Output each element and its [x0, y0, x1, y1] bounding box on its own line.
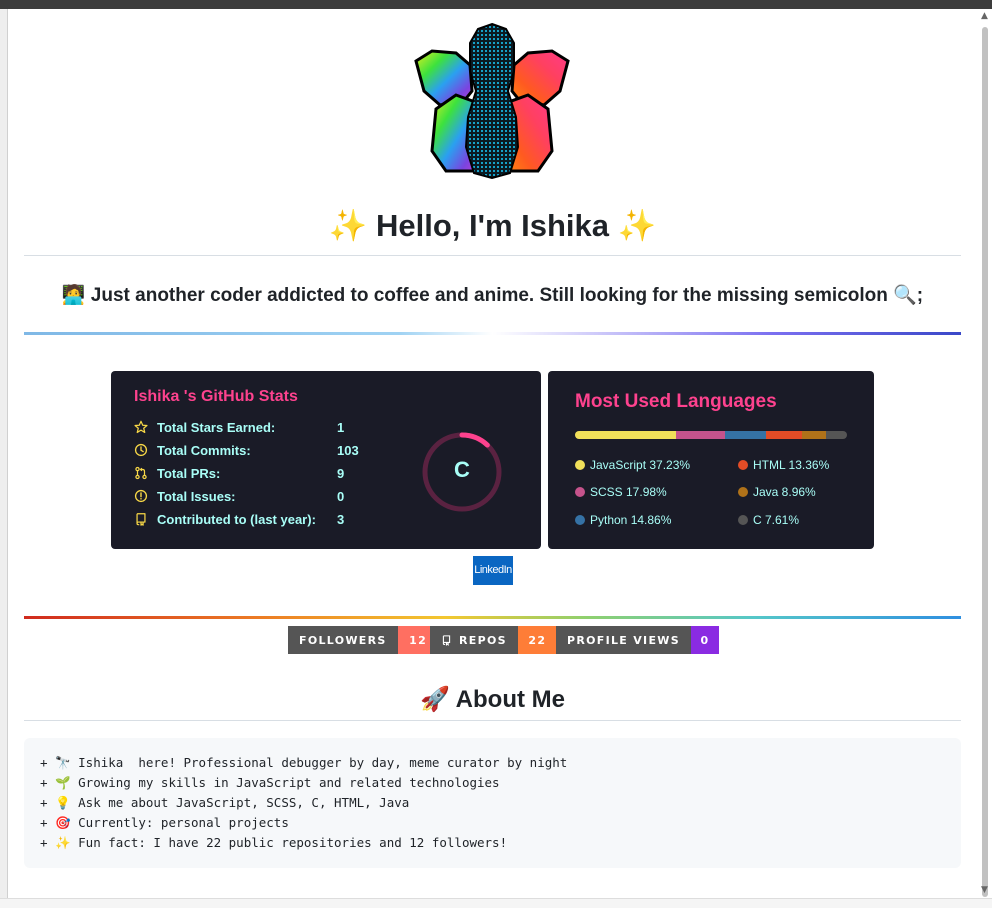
stat-label: Total Issues: [157, 489, 236, 504]
badge-value: 22 [517, 626, 557, 654]
rainbow-divider [24, 616, 961, 619]
badge-value: 0 [690, 626, 719, 654]
followers-badge[interactable]: FOLLOWERS 12 [288, 626, 439, 654]
about-line: + 💡 Ask me about JavaScript, SCSS, C, HT… [40, 795, 410, 810]
scroll-up-arrow-icon[interactable]: ▲ [981, 11, 988, 21]
language-item-java: Java 8.96% [738, 485, 816, 499]
stat-label: Total Stars Earned: [157, 420, 276, 435]
clock-icon [134, 443, 148, 457]
language-item-python: Python 14.86% [575, 513, 671, 527]
languages-card-title: Most Used Languages [575, 391, 777, 412]
language-item-scss: SCSS 17.98% [575, 485, 667, 499]
stat-label: Total Commits: [157, 443, 251, 458]
language-label: HTML 13.36% [753, 458, 830, 472]
repo-icon [136, 513, 146, 526]
issue-icon [134, 489, 148, 503]
about-me-heading: 🚀 About Me [420, 686, 565, 713]
language-color-dot [575, 515, 585, 525]
grade-letter: C [454, 457, 470, 482]
github-stats-card[interactable]: Ishika 's GitHub Stats Total Stars Earne… [111, 371, 541, 549]
about-code-block: + 🔭 Ishika here! Professional debugger b… [24, 738, 961, 868]
language-bar-segment-c [826, 431, 847, 439]
language-label: SCSS 17.98% [590, 485, 667, 499]
badge-label: REPOS [459, 633, 507, 647]
stat-value: 9 [337, 466, 345, 481]
repos-badge[interactable]: REPOS 22 [430, 626, 557, 654]
scroll-down-arrow-icon[interactable]: ▼ [981, 885, 988, 895]
repo-icon [442, 635, 451, 646]
linkedin-badge[interactable]: LinkedIn [473, 556, 513, 585]
stat-value: 0 [337, 489, 345, 504]
language-item-html: HTML 13.36% [738, 458, 829, 472]
language-bar-segment-html [765, 431, 802, 439]
language-label: JavaScript 37.23% [590, 458, 691, 472]
vertical-scrollbar[interactable]: ▲ ▼ [978, 9, 992, 899]
about-divider [24, 720, 961, 721]
heading-divider [24, 255, 961, 256]
language-label: Java 8.96% [753, 485, 816, 499]
stat-value: 3 [337, 512, 345, 527]
language-color-dot [738, 460, 748, 470]
language-color-dot [738, 487, 748, 497]
left-edge-panel [0, 9, 8, 908]
pixel-art-avatar [414, 22, 570, 179]
language-bar-segment-java [801, 431, 827, 439]
about-line: + 🌱 Growing my skills in JavaScript and … [40, 775, 500, 790]
stat-label: Total PRs: [157, 466, 221, 481]
language-bar-segment-scss [676, 431, 726, 439]
window-bottom-bar [0, 898, 992, 908]
star-icon [134, 420, 148, 434]
window-top-bar [0, 0, 992, 9]
profile-views-badge[interactable]: PROFILE VIEWS 0 [556, 626, 719, 654]
about-line: + 🔭 Ishika here! Professional debugger b… [40, 755, 568, 770]
scrollbar-thumb[interactable] [982, 27, 988, 897]
languages-progress-bar [575, 431, 847, 439]
tagline: 🧑‍💻 Just another coder addicted to coffe… [61, 285, 924, 306]
badge-label-group: REPOS [430, 626, 518, 654]
pull-request-icon [135, 466, 147, 480]
about-line: + 🎯 Currently: personal projects [40, 815, 289, 830]
language-bar-segment-python [725, 431, 766, 439]
language-label: C 7.61% [753, 513, 800, 527]
language-color-dot [575, 487, 585, 497]
stat-value: 103 [337, 443, 359, 458]
language-item-javascript: JavaScript 37.23% [575, 458, 690, 472]
badge-label: PROFILE VIEWS [556, 626, 691, 654]
gradient-divider [24, 332, 961, 335]
stat-label: Contributed to (last year): [157, 512, 316, 527]
language-color-dot [575, 460, 585, 470]
language-color-dot [738, 515, 748, 525]
language-bar-segment-javascript [575, 431, 677, 439]
language-label: Python 14.86% [590, 513, 672, 527]
about-line: + ✨ Fun fact: I have 22 public repositor… [40, 835, 508, 850]
stats-card-title: Ishika 's GitHub Stats [134, 388, 298, 405]
stat-value: 1 [337, 420, 345, 435]
language-item-c: C 7.61% [738, 513, 799, 527]
greeting-heading: ✨ Hello, I'm Ishika ✨ [328, 208, 657, 243]
most-used-languages-card[interactable]: Most Used Languages JavaScript 37.23% SC… [548, 371, 874, 549]
badge-label: FOLLOWERS [288, 626, 398, 654]
